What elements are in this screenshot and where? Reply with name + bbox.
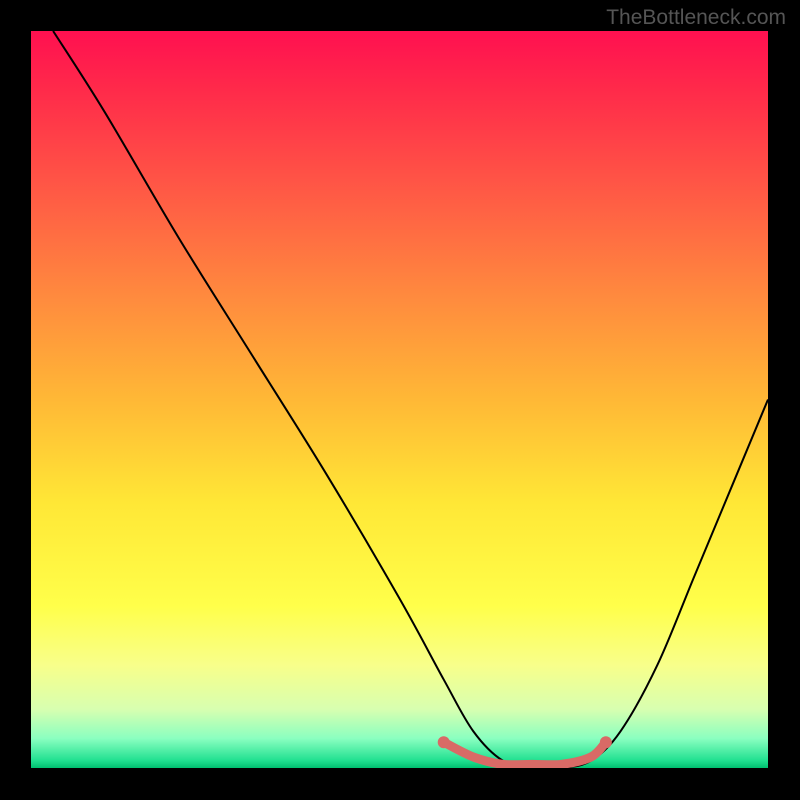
highlight-dot-left	[438, 736, 450, 748]
plot-area	[31, 31, 768, 768]
highlight-dot-right	[600, 736, 612, 748]
watermark-text: TheBottleneck.com	[606, 6, 786, 30]
curve-path	[53, 31, 768, 768]
chart-svg	[31, 31, 768, 768]
highlight-path	[444, 742, 606, 765]
